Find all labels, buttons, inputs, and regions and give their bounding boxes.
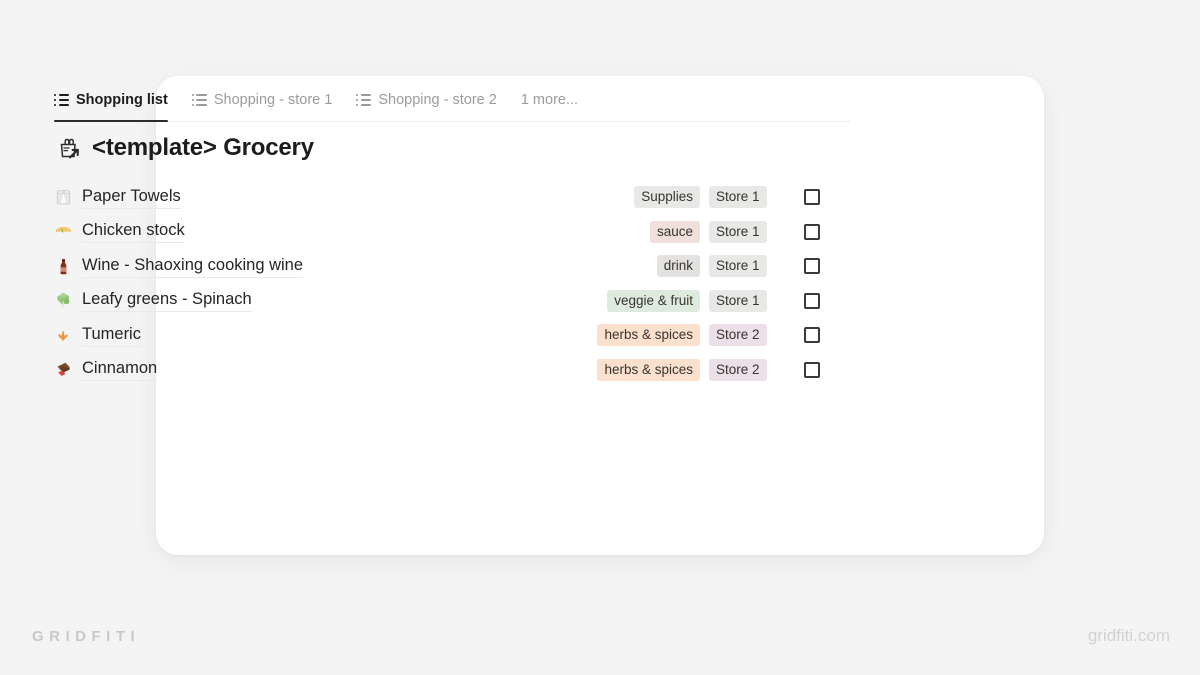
table-row[interactable]: Cinnamon herbs & spices Store 2 [54, 353, 834, 388]
wine-bottle-icon [54, 257, 73, 276]
cell-checkbox [789, 189, 834, 206]
category-tag[interactable]: veggie & fruit [607, 289, 700, 312]
list-icon [356, 93, 372, 106]
row-checkbox[interactable] [803, 223, 820, 240]
cell-store: Store 2 [709, 324, 789, 347]
tab-label: Shopping - store 2 [378, 91, 497, 108]
list-icon [192, 93, 207, 106]
cell-category: sauce [559, 220, 709, 243]
table-row[interactable]: Chicken stock sauce Store 1 [54, 215, 834, 250]
cinnamon-bar-icon [54, 360, 73, 379]
cell-store: Store 1 [709, 289, 789, 312]
tab-shopping-store-1[interactable]: Shopping - store 1 [192, 87, 333, 121]
page-title-text: <template> Grocery [92, 134, 314, 161]
row-properties: veggie & fruit Store 1 [559, 289, 834, 312]
row-properties: drink Store 1 [559, 255, 834, 278]
tab-bar: Shopping list Shopping - store 1 Shoppin… [54, 87, 850, 122]
row-name[interactable]: Chicken stock [82, 220, 185, 244]
category-tag[interactable]: herbs & spices [597, 358, 700, 381]
row-checkbox[interactable] [803, 327, 820, 344]
cell-store: Store 1 [709, 220, 789, 243]
category-tag[interactable]: herbs & spices [597, 324, 700, 347]
row-name[interactable]: Wine - Shaoxing cooking wine [82, 255, 304, 278]
store-tag[interactable]: Store 2 [709, 324, 767, 347]
store-tag[interactable]: Store 1 [709, 186, 767, 209]
row-checkbox[interactable] [803, 361, 820, 378]
ginger-root-icon [54, 326, 73, 345]
row-name[interactable]: Cinnamon [82, 358, 158, 382]
leafy-green-icon [54, 291, 73, 310]
table-row[interactable]: Tumeric herbs & spices Store 2 [54, 318, 834, 353]
row-name[interactable]: Tumeric [82, 324, 141, 347]
store-tag[interactable]: Store 1 [709, 255, 767, 278]
cell-store: Store 2 [709, 358, 789, 381]
cell-checkbox [789, 258, 834, 275]
store-tag[interactable]: Store 1 [709, 220, 767, 243]
row-main: Leafy greens - Spinach [54, 289, 252, 313]
row-name[interactable]: Paper Towels [82, 186, 181, 209]
row-properties: herbs & spices Store 2 [559, 324, 834, 347]
row-properties: herbs & spices Store 2 [559, 358, 834, 381]
cell-checkbox [789, 361, 834, 378]
soup-bowl-icon [54, 222, 73, 241]
category-tag[interactable]: drink [656, 255, 700, 278]
cell-checkbox [789, 292, 834, 309]
row-name[interactable]: Leafy greens - Spinach [82, 289, 252, 313]
gridfiti-wordmark: GRIDFITI [32, 628, 141, 645]
gridfiti-url[interactable]: gridfiti.com [1088, 626, 1170, 646]
table-row[interactable]: Leafy greens - Spinach veggie & fruit St… [54, 284, 834, 319]
cell-category: herbs & spices [559, 324, 709, 347]
table-row[interactable]: Paper Towels Supplies Store 1 [54, 180, 834, 215]
store-tag[interactable]: Store 1 [709, 289, 767, 312]
row-main: Chicken stock [54, 220, 185, 244]
page-title: <template> Grocery [56, 134, 314, 162]
row-main: Tumeric [54, 324, 141, 347]
tab-label: Shopping - store 1 [213, 91, 333, 108]
tab-shopping-list[interactable]: Shopping list [54, 87, 168, 122]
cell-category: veggie & fruit [559, 289, 709, 312]
row-checkbox[interactable] [803, 292, 820, 309]
row-properties: Supplies Store 1 [559, 186, 834, 209]
shopping-bag-link-icon [56, 135, 82, 161]
tab-shopping-store-2[interactable]: Shopping - store 2 [356, 87, 497, 121]
row-checkbox[interactable] [803, 258, 820, 275]
row-main: Wine - Shaoxing cooking wine [54, 255, 304, 278]
cell-category: Supplies [559, 186, 709, 209]
cell-category: drink [559, 255, 709, 278]
cell-checkbox [789, 223, 834, 240]
category-tag[interactable]: sauce [649, 220, 700, 243]
row-main: Paper Towels [54, 186, 181, 209]
cell-store: Store 1 [709, 255, 789, 278]
store-tag[interactable]: Store 2 [709, 358, 767, 381]
row-properties: sauce Store 1 [559, 220, 834, 243]
cell-checkbox [789, 327, 834, 344]
list-icon [54, 93, 69, 106]
category-tag[interactable]: Supplies [634, 186, 700, 209]
cell-category: herbs & spices [559, 358, 709, 381]
table-row[interactable]: Wine - Shaoxing cooking wine drink Store… [54, 249, 834, 284]
paper-towel-roll-icon [54, 188, 73, 207]
cell-store: Store 1 [709, 186, 789, 209]
tabs-more-button[interactable]: 1 more... [521, 87, 578, 121]
row-checkbox[interactable] [803, 189, 820, 206]
grocery-list: Paper Towels Supplies Store 1 Chicken st… [54, 180, 834, 387]
tab-label: Shopping list [76, 91, 168, 108]
row-main: Cinnamon [54, 358, 158, 382]
